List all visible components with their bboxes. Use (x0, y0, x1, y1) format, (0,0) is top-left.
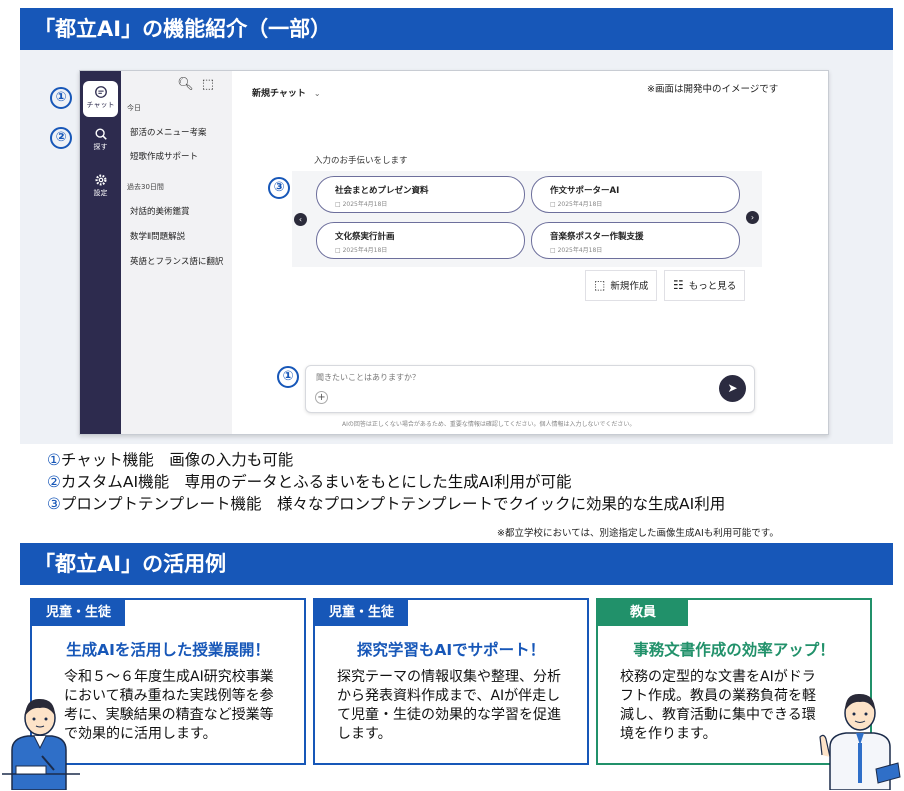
ai-disclaimer: AIの回答は正しくない場合があるため、重要な情報は確認してください。個人情報は入… (342, 421, 636, 428)
use-case-body: 校務の定型的な文書をAIがドラフト作成。教員の業務負荷を軽減し、教育活動に集中で… (620, 669, 816, 742)
rail-item-search[interactable]: 探す (83, 123, 118, 159)
feature-item: ③プロンプトテンプレート機能 様々なプロンプトテンプレートでクイックに効果的な生… (47, 493, 887, 515)
audience-tag: 教員 (598, 600, 689, 626)
audience-tag: 児童・生徒 (32, 600, 126, 626)
feature-item: ②カスタムAI機能 専用のデータとふるまいをもとにした生成AI利用が可能 (47, 471, 887, 493)
rail-label-settings: 設定 (93, 189, 108, 197)
use-case-title: 探究学習もAIでサポート！ (356, 641, 546, 659)
use-case-card: 児童・生徒 探究学習もAIでサポート！ 探究テーマの情報収集や整理、分析から発表… (313, 598, 589, 765)
history-item[interactable]: 数学Ⅱ問題解説 (130, 230, 228, 242)
template-title: 社会まとめプレゼン資料 (335, 186, 429, 196)
new-create-button[interactable]: ⬚ 新規作成 (585, 270, 658, 301)
nav-rail: チャット 探す 設定 (80, 71, 121, 434)
section-title-features: 「都立AI」の機能紹介（一部） (20, 8, 893, 50)
footnote: ※都立学校においては、別途指定した画像生成AIも利用可能です。 (497, 528, 779, 539)
rail-item-chat[interactable]: チャット (83, 81, 118, 117)
grid-icon: ☷ (673, 278, 684, 292)
feature-text: プロンプトテンプレート機能 様々なプロンプトテンプレートでクイックに効果的な生成… (60, 495, 726, 513)
template-date: □ 2025年4月18日 (335, 199, 524, 208)
calendar-icon: □ (550, 247, 558, 254)
template-carousel: 社会まとめプレゼン資料 □ 2025年4月18日 作文サポーターAI □ 202… (292, 171, 762, 267)
teacher-illustration (819, 693, 901, 790)
template-date: □ 2025年4月18日 (550, 245, 739, 254)
rail-item-settings[interactable]: 設定 (83, 169, 118, 205)
help-label: 入力のお手伝いをします (314, 156, 408, 166)
new-chat-icon[interactable]: ⬚ (202, 77, 222, 92)
audience-tag: 児童・生徒 (315, 600, 409, 626)
use-case-body: 探究テーマの情報収集や整理、分析から発表資料作成まで、AIが伴走して児童・生徒の… (337, 669, 561, 742)
use-case-body: 令和５～６年度生成AI研究校事業において積み重ねた実践例等を参考に、実験結果の精… (64, 669, 274, 742)
template-date: □ 2025年4月18日 (335, 245, 524, 254)
history-item[interactable]: 対話的美術鑑賞 (130, 205, 228, 217)
calendar-icon: □ (335, 247, 343, 254)
template-card[interactable]: 社会まとめプレゼン資料 □ 2025年4月18日 (316, 176, 525, 213)
carousel-next-button[interactable]: › (746, 211, 759, 224)
send-button[interactable]: ➤ (719, 375, 746, 402)
feature-text: チャット機能 画像の入力も可能 (60, 451, 294, 469)
section-title-examples: 「都立AI」の活用例 (20, 543, 893, 585)
past-heading: 過去30日間 (127, 183, 164, 191)
marker-templates: ③ (268, 177, 290, 199)
search-icon[interactable]: 🔍︎ (177, 77, 202, 92)
feature-text: カスタムAI機能 専用のデータとふるまいをもとにした生成AI利用が可能 (60, 473, 572, 491)
template-title: 音楽祭ポスター作製支援 (550, 232, 644, 242)
template-date-value: 2025年4月18日 (557, 201, 603, 208)
history-item[interactable]: 部活のメニュー考案 (130, 126, 228, 138)
student-illustration (2, 698, 80, 790)
rail-label-chat: チャット (86, 101, 115, 109)
see-more-button[interactable]: ☷ もっと見る (664, 270, 746, 301)
gear-icon (94, 174, 107, 186)
app-window: チャット 探す 設定 🔍︎⬚ 今日 部活のメニュー考案 短歌作成サポート 過去3… (79, 70, 829, 435)
calendar-icon: □ (335, 201, 343, 208)
history-sidebar: 🔍︎⬚ 今日 部活のメニュー考案 短歌作成サポート 過去30日間 対話的美術鑑賞… (121, 71, 232, 434)
sidebar-tools: 🔍︎⬚ (177, 77, 222, 92)
search-icon (94, 128, 107, 140)
marker-chat-input: ① (277, 366, 299, 388)
rail-label-search: 探す (93, 143, 108, 151)
feature-number: ③ (47, 495, 61, 513)
model-selector-label: 新規チャット (252, 89, 306, 99)
see-more-label: もっと見る (688, 281, 737, 292)
attach-plus-icon[interactable]: + (315, 391, 328, 404)
carousel-prev-button[interactable]: ‹ (294, 213, 307, 226)
template-card[interactable]: 作文サポーターAI □ 2025年4月18日 (531, 176, 740, 213)
use-case-title: 事務文書作成の効率アップ！ (633, 641, 835, 659)
history-item[interactable]: 短歌作成サポート (130, 150, 228, 162)
feature-number: ② (47, 473, 61, 491)
preview-notice: ※画面は開発中のイメージです (647, 84, 779, 95)
feature-number: ① (47, 451, 61, 469)
calendar-icon: □ (550, 201, 558, 208)
template-title: 作文サポーターAI (550, 186, 620, 196)
template-title: 文化祭実行計画 (335, 232, 395, 242)
today-heading: 今日 (127, 104, 141, 112)
chat-input-box[interactable]: 聞きたいことはありますか？ + ➤ (305, 365, 755, 413)
marker-custom-ai: ② (50, 127, 72, 149)
use-case-title: 生成AIを活用した授業展開！ (66, 641, 270, 659)
new-create-label: 新規作成 (610, 281, 649, 292)
add-doc-icon: ⬚ (594, 278, 606, 292)
template-card[interactable]: 音楽祭ポスター作製支援 □ 2025年4月18日 (531, 222, 740, 259)
feature-item: ①チャット機能 画像の入力も可能 (47, 449, 887, 471)
feature-list: ①チャット機能 画像の入力も可能 ②カスタムAI機能 専用のデータとふるまいをも… (47, 449, 887, 515)
template-date: □ 2025年4月18日 (550, 199, 739, 208)
marker-chat: ① (50, 87, 72, 109)
template-card[interactable]: 文化祭実行計画 □ 2025年4月18日 (316, 222, 525, 259)
history-item[interactable]: 英語とフランス語に翻訳 (130, 255, 228, 267)
template-date-value: 2025年4月18日 (557, 247, 603, 254)
chat-bubble-icon (94, 86, 107, 98)
chat-input[interactable]: 聞きたいことはありますか？ (316, 372, 420, 383)
template-date-value: 2025年4月18日 (342, 201, 388, 208)
model-selector[interactable]: 新規チャット ⌄ (252, 86, 321, 99)
chevron-down-icon: ⌄ (313, 89, 321, 98)
template-date-value: 2025年4月18日 (342, 247, 388, 254)
